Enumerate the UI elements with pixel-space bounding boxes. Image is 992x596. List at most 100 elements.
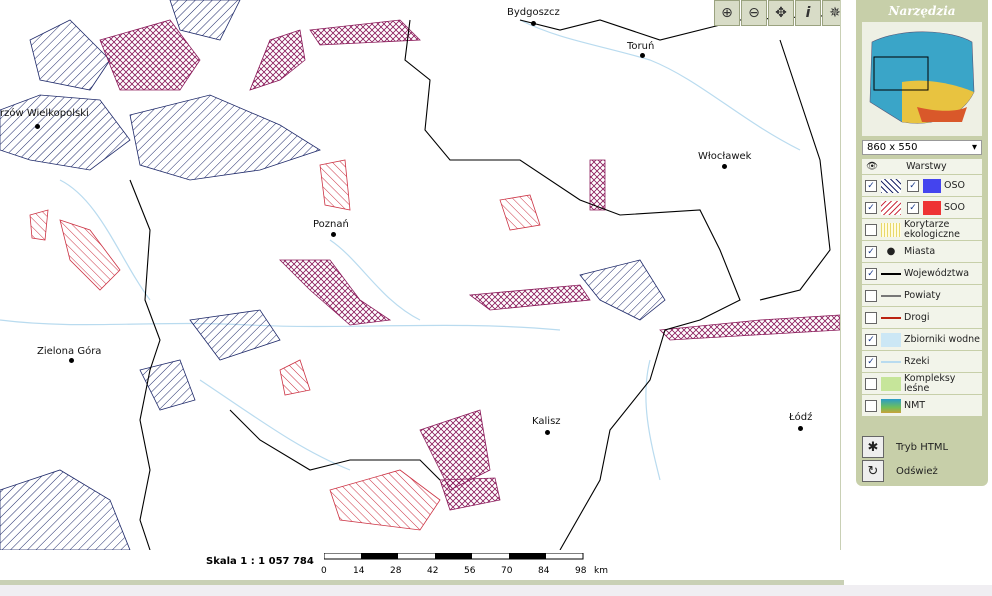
scale-tick: 56 xyxy=(464,566,476,576)
city-dot-bydgoszcz xyxy=(531,21,536,26)
city-dot-lodz xyxy=(798,426,803,431)
nmt-swatch xyxy=(881,398,901,413)
layer-row-drogi[interactable]: Drogi xyxy=(862,307,982,328)
oso-hatch-swatch xyxy=(881,178,901,193)
overlap-areas xyxy=(99,19,840,511)
layer-row-miasta[interactable]: ✓ ● Miasta xyxy=(862,241,982,262)
kompleksy-swatch xyxy=(881,376,901,391)
layer-checkbox-oso[interactable]: ✓ xyxy=(865,179,877,192)
layer-label-rzeki: Rzeki xyxy=(904,355,930,367)
city-label-bydgoszcz: Bydgoszcz xyxy=(507,7,560,18)
layers-header-label: Warstwy xyxy=(906,160,947,172)
city-dot-wloclawek xyxy=(722,164,727,169)
city-dot-gorzow xyxy=(35,124,40,129)
city-dot-zielona-gora xyxy=(69,358,74,363)
layer-checkbox-wojewodztwa[interactable]: ✓ xyxy=(865,267,877,280)
layer-row-wojewodztwa[interactable]: ✓ Województwa xyxy=(862,263,982,284)
layer-row-oso[interactable]: ✓ ✓ OSO xyxy=(862,175,982,196)
pan-icon[interactable]: ✥ xyxy=(768,0,794,26)
layer-label-wojewodztwa: Województwa xyxy=(904,267,970,279)
layer-checkbox-miasta[interactable]: ✓ xyxy=(865,245,877,258)
refresh-button[interactable]: ↻ Odśwież xyxy=(862,460,938,482)
scale-tick: 42 xyxy=(427,566,439,576)
city-label-poznan: Poznań xyxy=(313,219,349,230)
layer-row-soo[interactable]: ✓ ✓ SOO xyxy=(862,197,982,218)
layer-checkbox-rzeki[interactable]: ✓ xyxy=(865,355,877,368)
layer-label-kompleksy: Kompleksy leśne xyxy=(904,372,956,394)
layer-checkbox-soo[interactable]: ✓ xyxy=(865,201,877,214)
city-label-zielona-gora: Zielona Góra xyxy=(37,346,102,357)
layer-row-korytarze[interactable]: Korytarze ekologiczne xyxy=(862,219,982,240)
layer-row-kompleksy[interactable]: Kompleksy leśne xyxy=(862,373,982,394)
scale-unit: km xyxy=(594,566,608,576)
html-mode-icon: ✱ xyxy=(862,436,884,458)
layer-label-drogi: Drogi xyxy=(904,311,930,323)
scale-tick: 14 xyxy=(353,566,365,576)
city-label-lodz: Łódź xyxy=(789,412,813,423)
panel-title: Narzędzia xyxy=(888,4,956,18)
status-strip xyxy=(0,585,992,596)
layer-row-nmt[interactable]: NMT xyxy=(862,395,982,416)
map-canvas[interactable]: Bydgoszcz Toruń Włocławek rzów Wielkopol… xyxy=(0,0,841,550)
map-size-select[interactable]: 860 x 550 ▾ xyxy=(862,140,982,155)
layer-checkbox-zbiorniki[interactable]: ✓ xyxy=(865,333,877,346)
zoom-out-icon[interactable]: ⊖ xyxy=(741,0,767,26)
city-dot-poznan xyxy=(331,232,336,237)
refresh-label: Odśwież xyxy=(896,465,938,477)
layer-label-soo: SOO xyxy=(944,201,965,213)
layer-checkbox-powiaty[interactable] xyxy=(865,289,877,302)
city-label-gorzow: rzów Wielkopolski xyxy=(0,108,89,119)
html-mode-label: Tryb HTML xyxy=(896,441,949,453)
scale-tick: 84 xyxy=(538,566,550,576)
scale-tick: 28 xyxy=(390,566,402,576)
layer-checkbox-nmt[interactable] xyxy=(865,399,877,412)
map-toolbar: ⊕ ⊖ ✥ i ✵ xyxy=(714,0,840,26)
wojewodztwa-line-icon xyxy=(881,266,901,281)
city-dot-torun xyxy=(640,53,645,58)
scale-label: Skala 1 : 1 057 784 xyxy=(206,556,314,567)
chevron-down-icon: ▾ xyxy=(971,142,977,153)
layer-label-oso: OSO xyxy=(944,179,965,191)
scale-ruler xyxy=(324,553,584,560)
layer-label-korytarze: Korytarze ekologiczne xyxy=(904,218,961,240)
layer-checkbox-korytarze[interactable] xyxy=(865,223,877,236)
layers-list: 👁 Warstwy ✓ ✓ OSO ✓ ✓ SOO Korytarze ekol… xyxy=(862,159,982,417)
oso-color-swatch xyxy=(923,178,941,193)
compass-icon[interactable]: ✵ xyxy=(822,0,840,26)
overview-map[interactable] xyxy=(862,22,982,136)
map-size-value: 860 x 550 xyxy=(867,142,918,153)
layer-label-miasta: Miasta xyxy=(904,245,936,257)
layer-label-nmt: NMT xyxy=(904,399,926,411)
zoom-in-icon[interactable]: ⊕ xyxy=(714,0,740,26)
rzeki-line-icon xyxy=(881,354,901,369)
layer-label-powiaty: Powiaty xyxy=(904,289,941,301)
layer-row-zbiorniki[interactable]: ✓ Zbiorniki wodne xyxy=(862,329,982,350)
powiaty-line-icon xyxy=(881,288,901,303)
layers-header: 👁 Warstwy xyxy=(862,159,982,174)
city-dot-kalisz xyxy=(545,430,550,435)
scale-tick: 0 xyxy=(321,566,327,576)
eye-icon: 👁 xyxy=(866,161,879,172)
layer-row-powiaty[interactable]: Powiaty xyxy=(862,285,982,306)
zbiorniki-swatch xyxy=(881,332,901,347)
layer-checkbox-drogi[interactable] xyxy=(865,311,877,324)
scale-bar: Skala 1 : 1 057 784 0 14 28 42 56 70 84 … xyxy=(200,552,640,578)
korytarze-swatch xyxy=(881,222,901,237)
layer-checkbox-oso-fill[interactable]: ✓ xyxy=(907,179,919,192)
soo-color-swatch xyxy=(923,200,941,215)
city-label-wloclawek: Włocławek xyxy=(698,151,752,162)
html-mode-button[interactable]: ✱ Tryb HTML xyxy=(862,436,948,458)
city-label-kalisz: Kalisz xyxy=(532,416,561,427)
tools-panel: Narzędzia 860 x 550 ▾ 👁 Warstwy ✓ ✓ OSO … xyxy=(856,0,988,486)
layer-checkbox-soo-fill[interactable]: ✓ xyxy=(907,201,919,214)
scale-tick: 98 xyxy=(575,566,587,576)
layer-row-rzeki[interactable]: ✓ Rzeki xyxy=(862,351,982,372)
layer-checkbox-kompleksy[interactable] xyxy=(865,377,877,390)
info-icon[interactable]: i xyxy=(795,0,821,26)
city-dot-icon: ● xyxy=(886,246,896,257)
refresh-icon: ↻ xyxy=(862,460,884,482)
drogi-line-icon xyxy=(881,310,901,325)
layer-label-zbiorniki: Zbiorniki wodne xyxy=(904,333,981,345)
soo-hatch-swatch xyxy=(881,200,901,215)
scale-tick: 70 xyxy=(501,566,513,576)
